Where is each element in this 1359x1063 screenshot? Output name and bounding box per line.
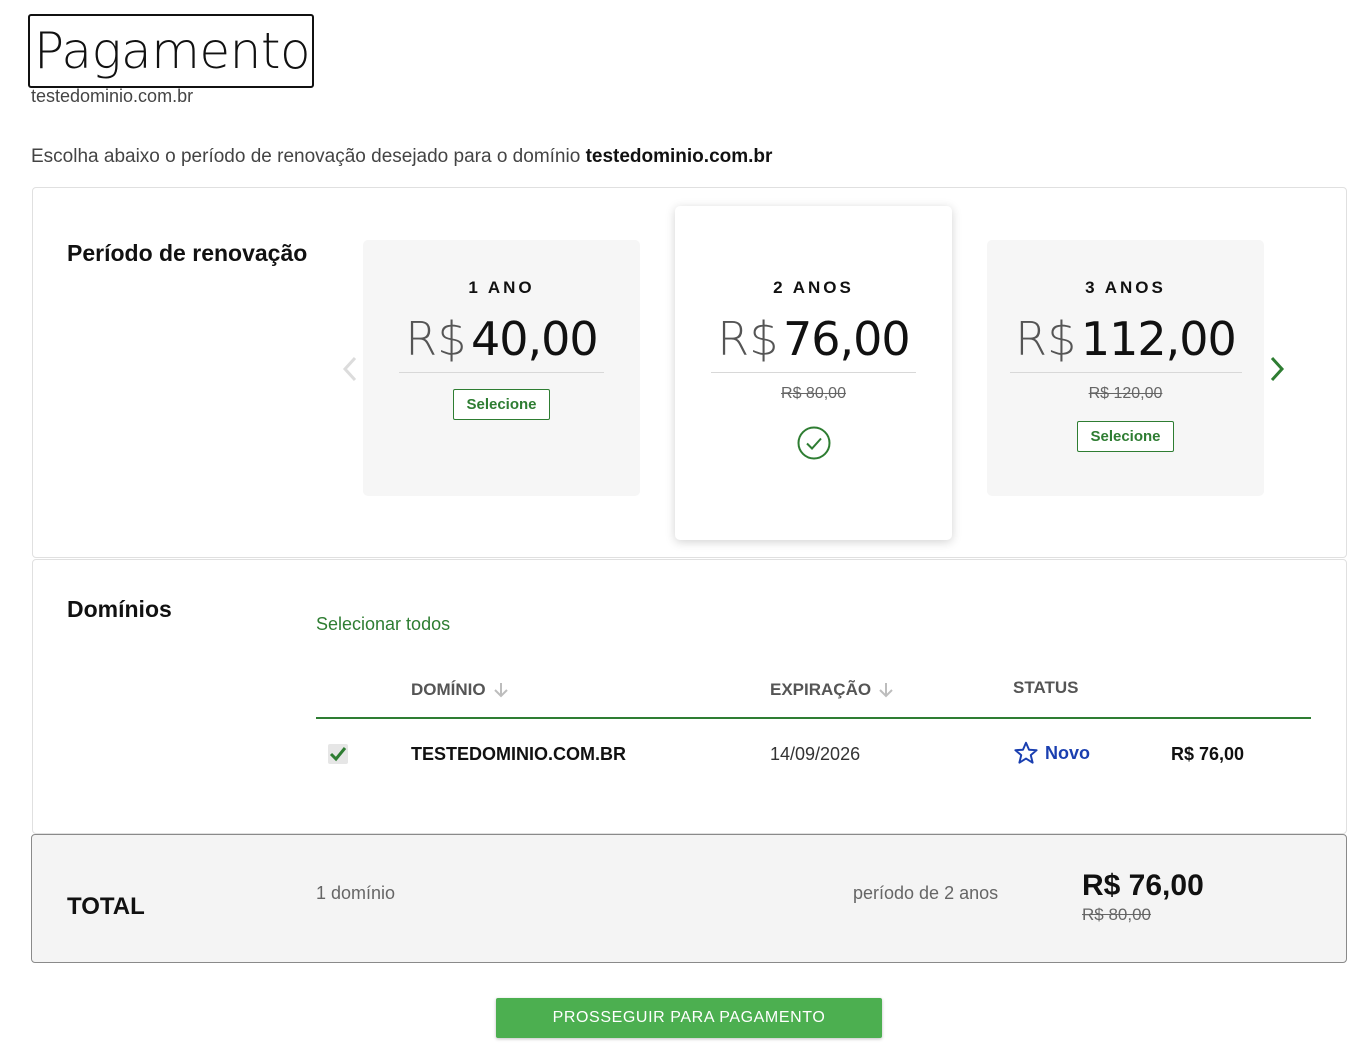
plan-period: 2 ANOS [773, 278, 854, 297]
column-status: STATUS [1013, 678, 1078, 698]
total-price: R$ 76,00 [1082, 869, 1204, 902]
row-expiration: 14/09/2026 [770, 744, 861, 764]
total-section: TOTAL 1 domínio período de 2 anos R$ 76,… [31, 834, 1347, 963]
domains-label: Domínios [67, 596, 172, 622]
plan-old-price: R$ 120,00 [1088, 385, 1163, 402]
total-domain-count: 1 domínio [316, 883, 396, 903]
intro-text: Escolha abaixo o período de renovação de… [31, 146, 772, 168]
column-expiration-label: EXPIRAÇÃO [770, 680, 872, 699]
total-period: período de 2 anos [853, 883, 999, 903]
row-domain: TESTEDOMINIO.COM.BR [411, 744, 626, 764]
plan-card-3-anos[interactable]: 3 ANOS R$ 112,00 R$ 120,00 Selecione [987, 240, 1264, 496]
row-status: Novo [1013, 740, 1090, 766]
intro-domain: testedominio.com.br [585, 146, 773, 167]
chevron-left-icon[interactable] [339, 352, 361, 386]
plan-period: 1 ANO [468, 278, 535, 297]
table-header: DOMÍNIO EXPIRAÇÃO STATUS [316, 672, 1311, 719]
column-domain-label: DOMÍNIO [411, 680, 486, 699]
column-expiration[interactable]: EXPIRAÇÃO [770, 680, 895, 700]
domains-section: Domínios Selecionar todos DOMÍNIO EXPIRA… [32, 559, 1347, 834]
row-price: R$ 76,00 [1171, 744, 1245, 764]
plan-period: 3 ANOS [1085, 278, 1166, 297]
column-domain[interactable]: DOMÍNIO [411, 680, 510, 700]
column-status-label: STATUS [1013, 678, 1079, 697]
plan-card-2-anos[interactable]: 2 ANOS R$ 76,00 R$ 80,00 [675, 206, 952, 540]
plan-amount: 112,00 [1080, 312, 1237, 366]
plan-old-price: R$ 80,00 [781, 385, 846, 402]
renewal-label: Período de renovação [67, 240, 308, 266]
plan-price: R$ 40,00 [399, 312, 604, 373]
row-checkbox[interactable] [328, 744, 348, 764]
plan-price: R$ 76,00 [711, 312, 916, 373]
plan-amount: 76,00 [782, 312, 911, 366]
intro-message: Escolha abaixo o período de renovação de… [31, 146, 586, 167]
plan-currency: R$ [717, 312, 779, 366]
arrow-down-icon [493, 683, 508, 698]
star-icon [1014, 741, 1038, 764]
total-old-price: R$ 80,00 [1082, 905, 1151, 924]
proceed-to-payment-button[interactable]: PROSSEGUIR PARA PAGAMENTO [496, 998, 882, 1038]
plan-card-1-ano[interactable]: 1 ANO R$ 40,00 Selecione [363, 240, 640, 496]
checkmark-icon [329, 747, 347, 762]
select-plan-button[interactable]: Selecione [453, 389, 550, 420]
check-circle-icon [797, 426, 830, 460]
chevron-right-icon[interactable] [1266, 352, 1288, 386]
select-all-link[interactable]: Selecionar todos [316, 614, 450, 635]
status-badge: Novo [1045, 742, 1090, 763]
plan-currency: R$ [1015, 312, 1077, 366]
arrow-down-icon [879, 683, 893, 698]
plan-currency: R$ [405, 312, 467, 366]
plan-amount: 40,00 [470, 312, 599, 366]
page-subtitle: testedominio.com.br [31, 86, 194, 106]
select-plan-button[interactable]: Selecione [1077, 421, 1174, 452]
table-row: TESTEDOMINIO.COM.BR 14/09/2026 Novo R$ 7… [316, 732, 1311, 776]
page-title: Pagamento [28, 14, 314, 88]
total-label: TOTAL [67, 893, 145, 920]
plan-price: R$ 112,00 [1009, 312, 1242, 373]
renewal-section: Período de renovação 1 ANO R$ 40,00 Sele… [32, 187, 1347, 558]
